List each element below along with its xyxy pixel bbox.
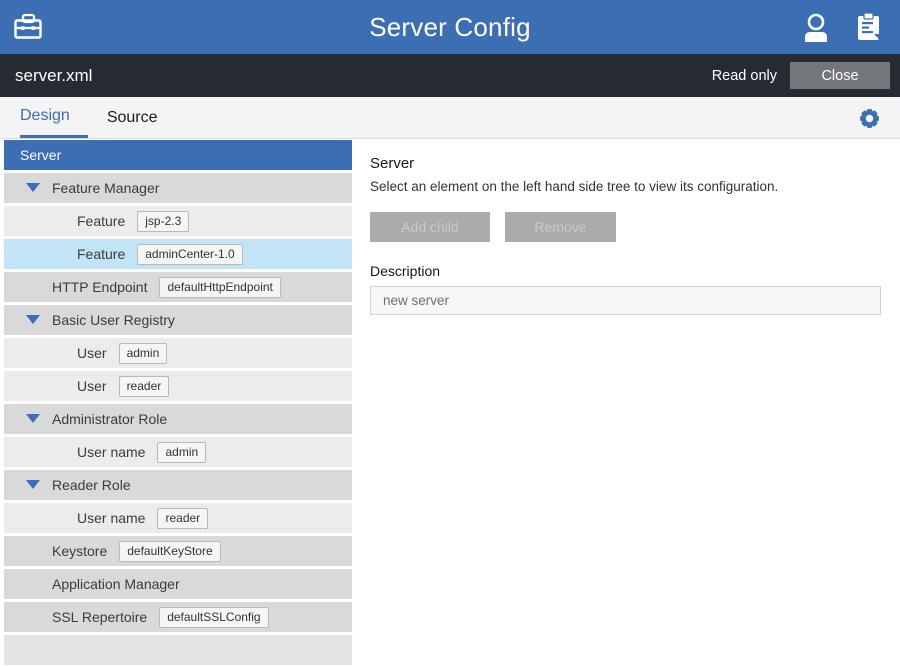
tree-item-label: Reader Role <box>52 477 131 493</box>
tree-item-label: User <box>77 345 107 361</box>
collapse-triangle-icon[interactable] <box>26 414 40 423</box>
tree-item-server[interactable]: Server <box>4 140 352 170</box>
description-input[interactable] <box>370 286 881 315</box>
tree-item[interactable]: Keystore defaultKeyStore <box>4 536 352 566</box>
tab-source[interactable]: Source <box>107 97 158 138</box>
tree-item-label: Server <box>20 147 61 163</box>
tree-item[interactable]: Feature jsp-2.3 <box>4 206 352 236</box>
tree-item-badge: defaultSSLConfig <box>159 607 268 628</box>
detail-panel: Server Select an element on the left han… <box>352 139 900 665</box>
tree-item[interactable]: Feature adminCenter-1.0 <box>4 239 352 269</box>
add-child-button[interactable]: Add child <box>370 212 490 242</box>
tree-item[interactable]: HTTP Endpoint defaultHttpEndpoint <box>4 272 352 302</box>
collapse-triangle-icon[interactable] <box>26 315 40 324</box>
tree-item-badge: adminCenter-1.0 <box>137 244 242 265</box>
tree-item[interactable]: User name reader <box>4 503 352 533</box>
tree-item-label: Feature <box>77 246 125 262</box>
tree-item-badge: admin <box>119 343 168 364</box>
tree-item-label: User name <box>77 444 145 460</box>
tree-item[interactable]: User reader <box>4 371 352 401</box>
config-tree: Server Feature ManagerFeaturejsp-2.3Feat… <box>0 139 352 665</box>
tree-item-label: User name <box>77 510 145 526</box>
tree-item-label: Feature Manager <box>52 180 159 196</box>
tree-item-label: Administrator Role <box>52 411 167 427</box>
tree-item[interactable]: Feature Manager <box>4 173 352 203</box>
app-title: Server Config <box>0 12 900 43</box>
tree-item[interactable]: SSL Repertoire defaultSSLConfig <box>4 602 352 632</box>
tree-item-label: Application Manager <box>52 576 180 592</box>
tree-item-badge: reader <box>119 376 170 397</box>
file-name: server.xml <box>15 66 92 86</box>
tree-item-label: Keystore <box>52 543 107 559</box>
tree-item-label: Basic User Registry <box>52 312 175 328</box>
tab-bar: Design Source <box>0 97 900 139</box>
read-only-label: Read only <box>712 68 777 84</box>
detail-instruction: Select an element on the left hand side … <box>370 179 881 194</box>
tree-item-badge: reader <box>157 508 208 529</box>
tree-item-badge: admin <box>157 442 206 463</box>
tree-item-badge: defaultKeyStore <box>119 541 220 562</box>
gear-icon[interactable] <box>857 97 882 139</box>
collapse-triangle-icon[interactable] <box>26 480 40 489</box>
close-button[interactable]: Close <box>790 62 890 89</box>
tree-item[interactable]: User name admin <box>4 437 352 467</box>
tree-item-badge: jsp-2.3 <box>137 211 189 232</box>
tab-design[interactable]: Design <box>20 97 88 138</box>
tree-item-label: SSL Repertoire <box>52 609 147 625</box>
tree-item-label: Feature <box>77 213 125 229</box>
tree-item[interactable]: Basic User Registry <box>4 305 352 335</box>
remove-button[interactable]: Remove <box>505 212 616 242</box>
tree-item[interactable]: Administrator Role <box>4 404 352 434</box>
tree-item-label: HTTP Endpoint <box>52 279 147 295</box>
file-bar: server.xml Read only Close <box>0 54 900 97</box>
tree-item-badge: defaultHttpEndpoint <box>159 277 280 298</box>
tree-item[interactable]: Application Manager <box>4 569 352 599</box>
tree-item[interactable]: User admin <box>4 338 352 368</box>
detail-title: Server <box>370 155 881 172</box>
clipboard-icon[interactable] <box>856 12 884 42</box>
tree-item[interactable]: Reader Role <box>4 470 352 500</box>
app-header: Server Config <box>0 0 900 54</box>
description-label: Description <box>370 263 881 279</box>
collapse-triangle-icon[interactable] <box>26 183 40 192</box>
user-icon[interactable] <box>802 12 830 42</box>
tree-filler <box>4 635 352 665</box>
tree-item-label: User <box>77 378 107 394</box>
